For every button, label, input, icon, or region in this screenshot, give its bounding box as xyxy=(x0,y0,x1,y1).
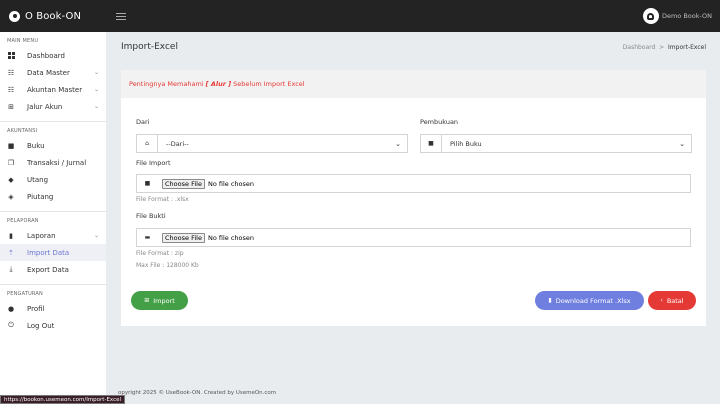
notice-header: Pentingnya Memahami [ Alur ] Sebelum Imp… xyxy=(121,70,706,98)
chevron-down-icon: ⌄ xyxy=(93,86,99,93)
brand-name: O Book-ON xyxy=(25,10,82,22)
book-icon: ■ xyxy=(144,180,151,187)
home-icon: ⌂ xyxy=(137,135,158,152)
import-card: Pentingnya Memahami [ Alur ] Sebelum Imp… xyxy=(121,70,706,326)
file-bukti-input[interactable]: ▬ Choose File No file chosen xyxy=(136,228,691,247)
sidebar-item-label: Piutang xyxy=(27,192,54,201)
sidebar-item-akuntan-master[interactable]: ☷ Akuntan Master ⌄ xyxy=(0,81,106,98)
notice-text-before: Pentingnya Memahami xyxy=(129,80,204,88)
chevron-down-icon: ⌄ xyxy=(679,139,685,148)
cancel-button[interactable]: ‹ Batal xyxy=(648,291,696,310)
user-menu[interactable]: Demo Book-ON xyxy=(642,8,712,24)
sidebar-item-label: Jalur Akun xyxy=(27,102,63,111)
download-icon: ⤓ xyxy=(9,265,13,273)
grid-icon xyxy=(7,52,15,60)
copy-icon: ❐ xyxy=(7,158,15,167)
chevron-down-icon: ⌄ xyxy=(395,139,401,148)
table-icon: ⊞ xyxy=(144,297,150,304)
status-bar-url: https://bookon.usemeon.com/Import-Excel xyxy=(0,395,126,404)
file-status: No file chosen xyxy=(207,179,254,188)
user-name: Demo Book-ON xyxy=(661,12,712,20)
notice-text-after: Sebelum Import Excel xyxy=(233,80,305,88)
sidebar-item-label: Data Master xyxy=(27,68,70,77)
sidebar-item-jalur-akun[interactable]: ⊞ Jalur Akun ⌄ xyxy=(0,98,106,115)
sidebar-item-data-master[interactable]: ☷ Data Master ⌄ xyxy=(0,64,106,81)
sidebar-item-label: Utang xyxy=(27,175,49,184)
chevron-left-icon: ‹ xyxy=(660,297,663,304)
download-button-label: Download Format .Xlsx xyxy=(555,296,631,305)
brand-logo-icon xyxy=(9,10,20,22)
book-icon: ■ xyxy=(421,135,442,152)
divider xyxy=(0,211,106,212)
choose-file-button[interactable]: Choose File xyxy=(162,232,205,243)
pembukuan-label: Pembukuan xyxy=(420,118,459,126)
breadcrumb-home[interactable]: Dashboard xyxy=(623,44,656,51)
breadcrumb: Dashboard > Import-Excel xyxy=(623,44,706,51)
divider xyxy=(0,284,106,285)
avatar xyxy=(642,8,659,24)
notice-alur-link[interactable]: [ Alur ] xyxy=(206,80,232,88)
sidebar: MAIN MENU Dashboard ☷ Data Master ⌄ ☷ Ak… xyxy=(0,32,106,404)
sidebar-item-label: Log Out xyxy=(27,321,55,330)
upload-icon: ⇡ xyxy=(8,248,14,257)
book-icon: ■ xyxy=(7,141,15,150)
sidebar-item-piutang[interactable]: ◈ Piutang xyxy=(0,188,106,205)
dari-label: Dari xyxy=(136,118,150,126)
import-button[interactable]: ⊞ Import xyxy=(131,291,188,310)
choose-file-button[interactable]: Choose File xyxy=(162,178,205,189)
folder-icon: ▬ xyxy=(144,234,151,241)
file-icon: ▮ xyxy=(548,297,552,304)
pembukuan-select[interactable]: ■ Pilih Buku ⌄ xyxy=(420,134,692,153)
sidebar-item-label: Buku xyxy=(27,141,45,150)
sidebar-item-import-data[interactable]: ⇡ Import Data xyxy=(0,244,106,261)
chevron-down-icon: ⌄ xyxy=(93,69,99,76)
file-status: No file chosen xyxy=(207,233,254,242)
user-icon: ● xyxy=(7,304,15,313)
sidebar-item-label: Transaksi / Jurnal xyxy=(27,158,87,167)
file-import-label: File Import xyxy=(136,159,171,167)
cancel-button-label: Batal xyxy=(666,296,684,305)
pembukuan-select-value: Pilih Buku xyxy=(450,139,482,148)
tags-icon: ◈ xyxy=(8,192,14,201)
page-title: Import-Excel xyxy=(121,42,178,52)
top-navbar: O Book-ON Demo Book-ON xyxy=(0,0,720,32)
sidebar-item-label: Export Data xyxy=(27,265,69,274)
file-bukti-hint-max: Max File : 128000 Kb xyxy=(136,262,199,269)
file-icon: ▮ xyxy=(9,231,13,240)
file-import-input[interactable]: ■ Choose File No file chosen xyxy=(136,174,691,193)
download-format-button[interactable]: ▮ Download Format .Xlsx xyxy=(535,291,644,310)
list-icon: ☷ xyxy=(7,68,15,77)
sidebar-item-dashboard[interactable]: Dashboard xyxy=(0,47,106,64)
list-icon: ☷ xyxy=(7,85,15,94)
file-bukti-hint-format: File Format : zip xyxy=(136,250,184,257)
chevron-down-icon: ⌄ xyxy=(93,232,99,239)
sidebar-item-profil[interactable]: ● Profil xyxy=(0,300,106,317)
sidebar-item-label: Akuntan Master xyxy=(27,85,83,94)
sidebar-item-label: Dashboard xyxy=(27,51,65,60)
file-bukti-label: File Bukti xyxy=(136,212,166,220)
sidebar-item-label: Import Data xyxy=(27,248,70,257)
sidebar-item-transaksi-jurnal[interactable]: ❐ Transaksi / Jurnal xyxy=(0,154,106,171)
table-icon: ⊞ xyxy=(8,102,14,111)
sidebar-item-label: Profil xyxy=(27,304,45,313)
dari-select[interactable]: ⌂ --Dari-- ⌄ xyxy=(136,134,408,153)
sidebar-item-label: Laporan xyxy=(27,231,56,240)
sidebar-item-buku[interactable]: ■ Buku xyxy=(0,137,106,154)
divider xyxy=(0,121,106,122)
file-import-hint: File Format : .xlsx xyxy=(136,196,189,203)
menu-toggle-icon[interactable] xyxy=(116,12,126,20)
breadcrumb-current: Import-Excel xyxy=(668,44,706,51)
tag-icon: ◆ xyxy=(8,175,14,184)
sidebar-item-laporan[interactable]: ▮ Laporan ⌄ xyxy=(0,227,106,244)
sidebar-item-export-data[interactable]: ⤓ Export Data xyxy=(0,261,106,278)
dari-select-value: --Dari-- xyxy=(166,139,189,148)
import-button-label: Import xyxy=(153,296,175,305)
chevron-down-icon: ⌄ xyxy=(93,103,99,110)
footer-copyright: opyright 2025 © UseBook-ON. Created by U… xyxy=(118,390,277,396)
power-icon: ⏻ xyxy=(8,321,14,329)
sidebar-item-log-out[interactable]: ⏻ Log Out xyxy=(0,317,106,334)
breadcrumb-separator: > xyxy=(659,44,665,51)
sidebar-item-utang[interactable]: ◆ Utang xyxy=(0,171,106,188)
brand[interactable]: O Book-ON xyxy=(0,10,106,22)
